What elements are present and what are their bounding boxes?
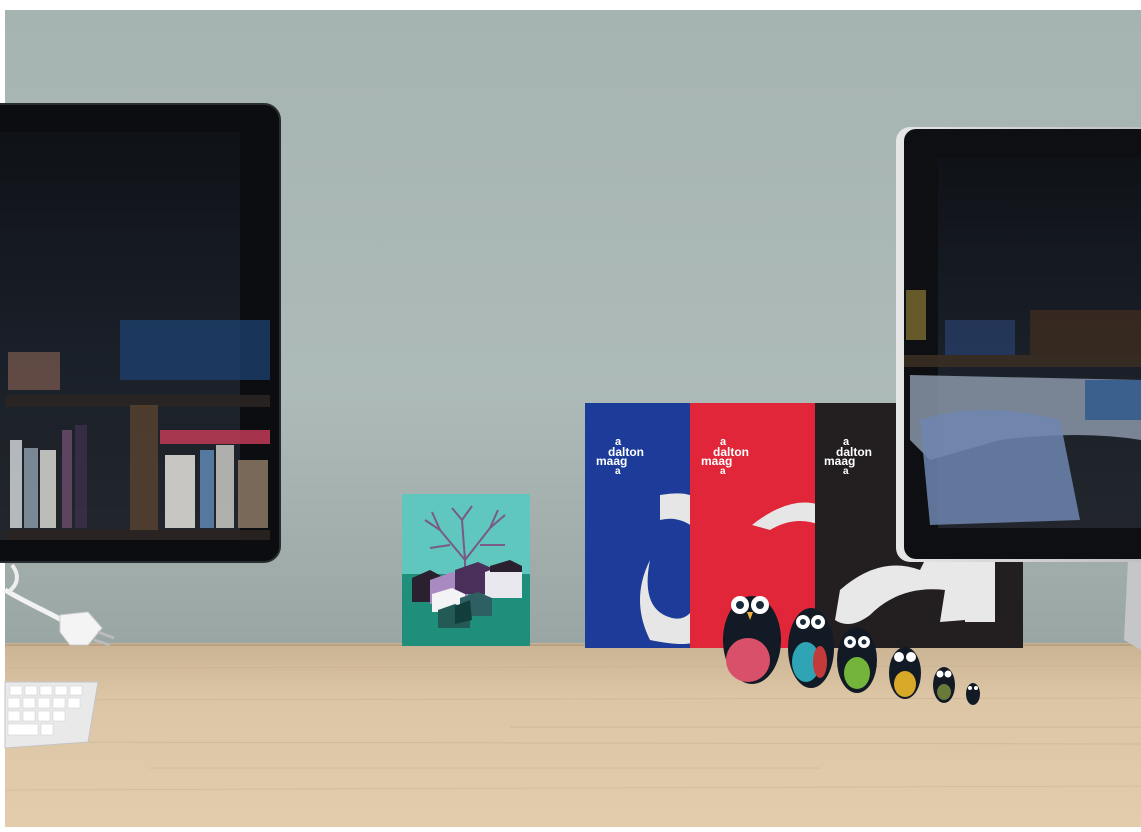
magazine-black-brand-4: a [843,466,849,477]
owl-doll-6 [966,683,980,705]
owl-doll-1 [723,596,781,684]
owl-doll-3 [837,627,877,693]
magazine-red-brand-3: maag [701,454,732,468]
right-monitor [896,127,1141,562]
desk [4,643,1141,827]
magazine-red-brand-4: a [720,466,726,477]
magazine-black-brand-3: maag [824,454,855,468]
owl-doll-2 [788,608,834,688]
magazine-blue: a dalton maag a [585,403,697,648]
photo-scene: a dalton maag a a dalton maag a a dalton… [0,0,1141,832]
postcard [402,494,530,646]
left-monitor [0,103,281,563]
magazine-blue-brand-3: maag [596,454,627,468]
owl-doll-5 [933,667,955,703]
owl-doll-4 [889,647,921,699]
magazine-blue-brand-4: a [615,466,621,477]
scene-svg: a dalton maag a a dalton maag a a dalton… [0,0,1141,832]
keyboard [4,681,99,749]
